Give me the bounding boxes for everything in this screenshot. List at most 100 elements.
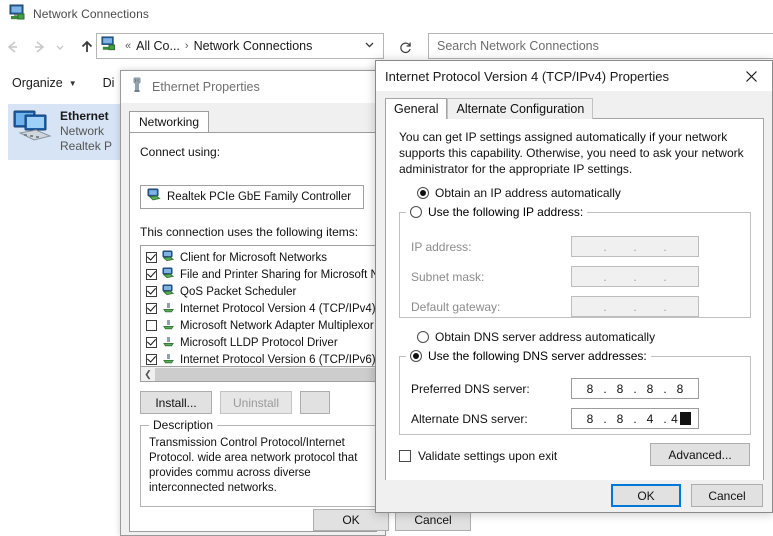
checkbox-icon[interactable] <box>146 337 157 348</box>
preferred-dns-input[interactable]: 8. 8. 8. 8 <box>571 378 699 399</box>
dot-separator: . <box>601 412 609 426</box>
organize-label: Organize <box>12 76 63 90</box>
address-folder-icon <box>101 36 116 56</box>
dot-separator: . <box>631 382 639 396</box>
networking-tab-page: Connect using: Realtek PCIe GbE Family C… <box>129 132 377 532</box>
connection-adapter: Realtek P <box>60 139 112 154</box>
list-item[interactable]: Internet Protocol Version 4 (TCP/IPv4) <box>141 300 375 317</box>
description-group: Description Transmission Control Protoco… <box>140 425 376 507</box>
connect-using-label: Connect using: <box>140 145 220 159</box>
dot-separator: . <box>601 270 609 284</box>
refresh-icon[interactable] <box>390 33 420 61</box>
alternate-dns-label: Alternate DNS server: <box>411 412 571 426</box>
radio-icon[interactable] <box>410 350 422 362</box>
adapter-name: Realtek PCIe GbE Family Controller <box>167 191 351 203</box>
checkbox-icon[interactable] <box>399 450 411 462</box>
radio-icon[interactable] <box>417 187 429 199</box>
checkbox-icon[interactable] <box>146 252 157 263</box>
properties-button[interactable] <box>300 391 330 414</box>
list-item-label: Internet Protocol Version 4 (TCP/IPv4) <box>180 303 376 315</box>
recent-locations-chevron-down-icon[interactable] <box>52 33 68 61</box>
window-titlebar: Network Connections <box>0 0 773 28</box>
checkbox-icon[interactable] <box>146 320 157 331</box>
octet: 8 <box>639 382 661 396</box>
ip-address-row: IP address: . . . <box>411 236 750 257</box>
network-client-icon <box>162 283 175 301</box>
address-bar[interactable]: « All Co... › Network Connections <box>96 33 384 59</box>
radio-icon[interactable] <box>417 331 429 343</box>
install-button[interactable]: Install... <box>140 391 212 414</box>
ip-address-label: IP address: <box>411 240 571 254</box>
list-item[interactable]: QoS Packet Scheduler <box>141 283 375 300</box>
forward-icon[interactable] <box>26 33 52 61</box>
radio-obtain-dns-automatically[interactable]: Obtain DNS server address automatically <box>417 330 655 344</box>
window-title: Network Connections <box>33 7 149 21</box>
disable-device-label: Di <box>103 76 115 90</box>
dot-separator: . <box>601 240 609 254</box>
radio-label: Use the following IP address: <box>428 205 583 219</box>
disable-device-button[interactable]: Di <box>103 76 115 90</box>
tab-general[interactable]: General <box>385 98 447 119</box>
validate-settings-row[interactable]: Validate settings upon exit <box>399 449 557 463</box>
connection-text: Ethernet Network Realtek P <box>60 109 112 154</box>
dot-separator: . <box>631 270 639 284</box>
breadcrumb-separator-icon: › <box>180 40 194 52</box>
dot-separator: . <box>631 240 639 254</box>
checkbox-icon[interactable] <box>146 354 157 365</box>
list-item-label: Client for Microsoft Networks <box>180 252 327 264</box>
tab-alternate-configuration[interactable]: Alternate Configuration <box>447 98 593 119</box>
list-item[interactable]: File and Printer Sharing for Microsoft N… <box>141 266 375 283</box>
alternate-dns-row: Alternate DNS server: 8. 8. 4. 4 <box>411 408 750 429</box>
validate-settings-label: Validate settings upon exit <box>418 449 557 463</box>
ipv4-description: You can get IP settings assigned automat… <box>399 129 751 177</box>
list-item[interactable]: Client for Microsoft Networks <box>141 249 375 266</box>
protocol-icon <box>162 317 175 335</box>
scrollbar-thumb[interactable] <box>155 368 375 381</box>
address-chevron-down-icon[interactable] <box>360 37 381 55</box>
general-tab-page: You can get IP settings assigned automat… <box>385 118 764 481</box>
organize-chevron-down-icon: ▼ <box>69 79 77 88</box>
network-client-icon <box>162 249 175 267</box>
radio-use-following-ip[interactable]: Use the following IP address: <box>406 205 587 219</box>
component-buttons: Install... Uninstall <box>140 391 380 414</box>
radio-icon[interactable] <box>410 206 422 218</box>
list-item[interactable]: Microsoft LLDP Protocol Driver <box>141 334 375 351</box>
dot-separator: . <box>661 382 669 396</box>
close-icon[interactable] <box>730 61 772 91</box>
checkbox-icon[interactable] <box>146 286 157 297</box>
radio-use-following-dns[interactable]: Use the following DNS server addresses: <box>406 349 651 363</box>
alternate-dns-input[interactable]: 8. 8. 4. 4 <box>571 408 699 429</box>
components-list-hscrollbar[interactable]: ❮ <box>140 367 376 382</box>
radio-obtain-ip-automatically[interactable]: Obtain an IP address automatically <box>417 186 621 200</box>
octet: 8 <box>579 382 601 396</box>
dot-separator: . <box>661 412 669 426</box>
back-icon[interactable] <box>0 33 26 61</box>
list-item[interactable]: Internet Protocol Version 6 (TCP/IPv6) <box>141 351 375 367</box>
list-item-label: Internet Protocol Version 6 (TCP/IPv6) <box>180 354 376 366</box>
ipv4-tabstrip: General Alternate Configuration <box>385 97 593 119</box>
radio-label: Obtain an IP address automatically <box>435 186 621 200</box>
tab-networking[interactable]: Networking <box>129 111 209 132</box>
protocol-icon <box>162 351 175 368</box>
octet: 8 <box>609 382 631 396</box>
ipv4-ok-button[interactable]: OK <box>611 484 681 507</box>
organize-button[interactable]: Organize ▼ <box>12 76 77 90</box>
network-connections-icon <box>9 4 25 25</box>
octet: 8 <box>579 412 601 426</box>
ipv4-cancel-button[interactable]: Cancel <box>691 484 763 507</box>
ethernet-properties-dialog: Ethernet Properties Networking Connect u… <box>120 70 386 536</box>
checkbox-icon[interactable] <box>146 303 157 314</box>
default-gateway-input: . . . <box>571 296 699 317</box>
adapter-field[interactable]: Realtek PCIe GbE Family Controller <box>140 185 364 209</box>
checkbox-icon[interactable] <box>146 269 157 280</box>
advanced-button[interactable]: Advanced... <box>650 443 750 466</box>
breadcrumb-all-control-panel[interactable]: All Co... <box>136 39 180 53</box>
breadcrumb-network-connections[interactable]: Network Connections <box>194 39 313 53</box>
list-item[interactable]: Microsoft Network Adapter Multiplexor Pr… <box>141 317 375 334</box>
components-list[interactable]: Client for Microsoft Networks File and P… <box>140 245 376 367</box>
screen: Network Connections <box>0 0 773 536</box>
dot-separator: . <box>631 412 639 426</box>
radio-label: Obtain DNS server address automatically <box>435 330 655 344</box>
search-input[interactable]: Search Network Connections <box>428 33 773 59</box>
scroll-left-icon[interactable]: ❮ <box>141 368 155 381</box>
